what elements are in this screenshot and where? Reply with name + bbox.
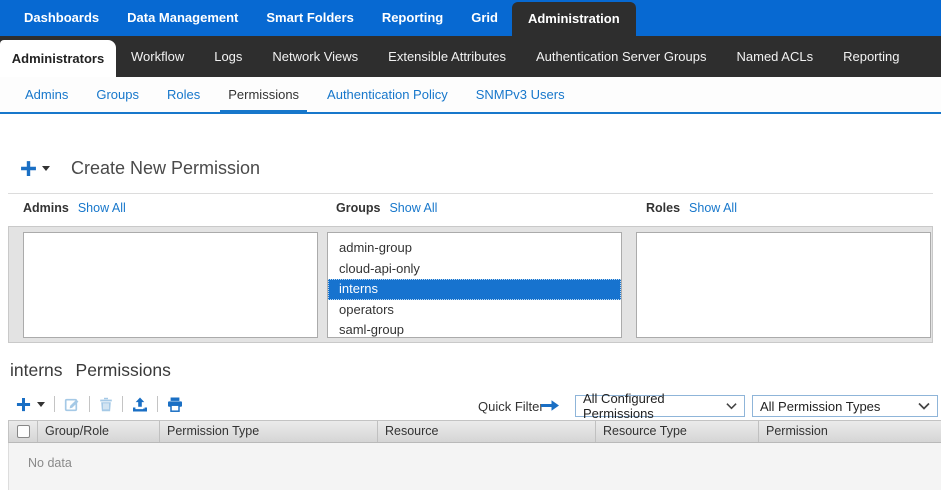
- nav-administration[interactable]: Administration: [512, 2, 636, 36]
- tab-extensible-attributes[interactable]: Extensible Attributes: [373, 36, 521, 77]
- arrow-right-icon: [540, 398, 560, 413]
- create-new-permission[interactable]: Create New Permission: [20, 158, 260, 179]
- groups-show-all-link[interactable]: Show All: [389, 201, 437, 215]
- subtab-snmpv3-users[interactable]: SNMPv3 Users: [462, 77, 579, 112]
- toolbar-separator: [122, 396, 123, 412]
- nav-data-management[interactable]: Data Management: [113, 0, 252, 36]
- selected-group-name: interns: [10, 360, 63, 381]
- column-header-permission-type[interactable]: Permission Type: [159, 421, 377, 442]
- tab-auth-server-groups[interactable]: Authentication Server Groups: [521, 36, 722, 77]
- permissions-title: Permissions: [76, 360, 171, 381]
- column-header-group-role[interactable]: Group/Role: [37, 421, 159, 442]
- roles-show-all-link[interactable]: Show All: [689, 201, 737, 215]
- plus-icon: [16, 397, 31, 412]
- groups-label: Groups: [336, 201, 380, 215]
- chevron-down-icon: [726, 402, 737, 410]
- print-icon: [167, 397, 183, 412]
- selector-panel: admin-group cloud-api-only interns opera…: [8, 226, 933, 343]
- admins-label: Admins: [23, 201, 69, 215]
- tertiary-nav: Admins Groups Roles Permissions Authenti…: [0, 77, 941, 114]
- list-item[interactable]: saml-group: [328, 320, 621, 338]
- permissions-heading: interns Permissions: [10, 360, 171, 381]
- subtab-permissions[interactable]: Permissions: [214, 77, 313, 112]
- toolbar-separator: [89, 396, 90, 412]
- permission-types-select[interactable]: All Permission Types: [752, 395, 938, 417]
- tab-network-views[interactable]: Network Views: [257, 36, 373, 77]
- admins-listbox[interactable]: [23, 232, 318, 338]
- quick-filter-label: Quick Filter: [478, 399, 544, 414]
- upload-button[interactable]: [132, 397, 148, 412]
- tab-logs[interactable]: Logs: [199, 36, 257, 77]
- admins-label-row: Admins Show All: [23, 201, 126, 215]
- tab-workflow[interactable]: Workflow: [116, 36, 199, 77]
- column-header-resource-type[interactable]: Resource Type: [595, 421, 758, 442]
- configured-permissions-value: All Configured Permissions: [583, 391, 726, 421]
- roles-label-row: Roles Show All: [646, 201, 737, 215]
- trash-icon: [99, 397, 113, 412]
- subtab-roles[interactable]: Roles: [153, 77, 214, 112]
- permissions-table-header: Group/Role Permission Type Resource Reso…: [8, 420, 941, 443]
- tab-administrators[interactable]: Administrators: [0, 40, 116, 77]
- toolbar-separator: [54, 396, 55, 412]
- tab-reporting[interactable]: Reporting: [828, 36, 914, 77]
- admins-show-all-link[interactable]: Show All: [78, 201, 126, 215]
- list-item[interactable]: admin-group: [328, 238, 621, 259]
- no-data-message: No data: [28, 456, 72, 470]
- toolbar-separator: [157, 396, 158, 412]
- nav-dashboards[interactable]: Dashboards: [10, 0, 113, 36]
- column-header-permission[interactable]: Permission: [758, 421, 941, 442]
- column-header-resource[interactable]: Resource: [377, 421, 595, 442]
- subtab-authentication-policy[interactable]: Authentication Policy: [313, 77, 462, 112]
- nav-smart-folders[interactable]: Smart Folders: [252, 0, 367, 36]
- roles-listbox[interactable]: [636, 232, 931, 338]
- permissions-toolbar: [16, 392, 183, 416]
- list-item-selected[interactable]: interns: [328, 279, 621, 300]
- chevron-down-icon: [918, 402, 930, 410]
- configured-permissions-select[interactable]: All Configured Permissions: [575, 395, 745, 417]
- section-divider: [8, 193, 933, 194]
- primary-nav: Dashboards Data Management Smart Folders…: [0, 0, 941, 36]
- caret-down-icon[interactable]: [37, 402, 45, 407]
- edit-button[interactable]: [64, 396, 80, 412]
- subtab-admins[interactable]: Admins: [11, 77, 82, 112]
- edit-icon: [64, 396, 80, 412]
- groups-label-row: Groups Show All: [336, 201, 437, 215]
- list-item[interactable]: cloud-api-only: [328, 259, 621, 280]
- tab-named-acls[interactable]: Named ACLs: [722, 36, 829, 77]
- add-permission-button[interactable]: [16, 397, 31, 412]
- groups-listbox[interactable]: admin-group cloud-api-only interns opera…: [327, 232, 622, 338]
- create-permission-title: Create New Permission: [71, 158, 260, 179]
- delete-button[interactable]: [99, 397, 113, 412]
- nav-reporting[interactable]: Reporting: [368, 0, 457, 36]
- secondary-nav: Administrators Workflow Logs Network Vie…: [0, 36, 941, 77]
- print-button[interactable]: [167, 397, 183, 412]
- roles-label: Roles: [646, 201, 680, 215]
- select-all-checkbox[interactable]: [17, 425, 30, 438]
- plus-icon[interactable]: [20, 160, 37, 177]
- upload-icon: [132, 397, 148, 412]
- caret-down-icon[interactable]: [42, 166, 50, 171]
- permissions-table-body: No data: [8, 443, 941, 490]
- list-item[interactable]: operators: [328, 300, 621, 321]
- nav-grid[interactable]: Grid: [457, 0, 512, 36]
- subtab-groups[interactable]: Groups: [82, 77, 153, 112]
- permission-types-value: All Permission Types: [760, 399, 880, 414]
